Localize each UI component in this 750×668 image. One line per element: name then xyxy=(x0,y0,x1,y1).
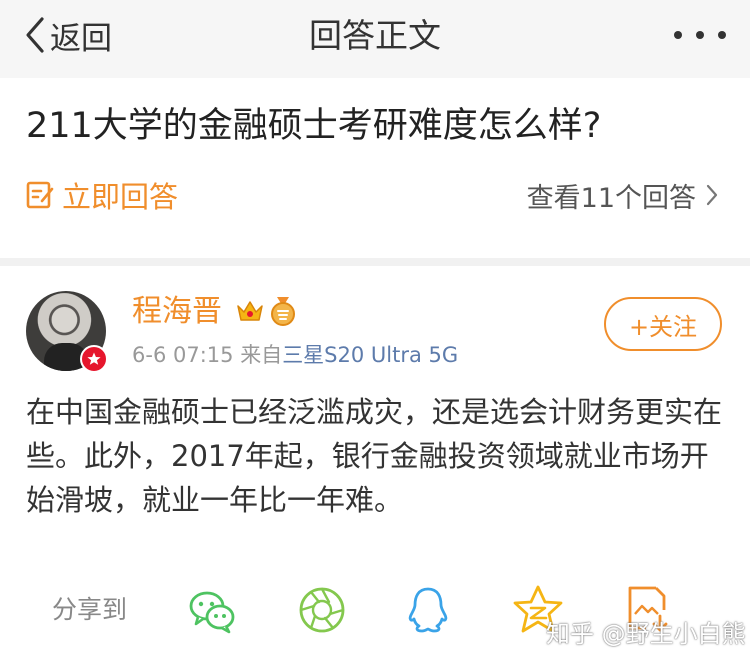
question-title[interactable]: 211大学的金融硕士考研难度怎么样? xyxy=(26,100,726,152)
source-prefix: 来自 xyxy=(240,343,283,367)
answer-medal-icon xyxy=(271,297,295,326)
write-answer-button[interactable]: 立即回答 xyxy=(26,173,178,217)
verified-badge-icon xyxy=(80,345,108,373)
wechat-icon[interactable] xyxy=(186,584,238,636)
more-options-button[interactable] xyxy=(674,24,726,46)
qq-icon[interactable] xyxy=(402,584,454,636)
follow-button[interactable]: +关注 xyxy=(604,297,722,351)
page-title: 回答正文 xyxy=(309,16,441,55)
share-label: 分享到 xyxy=(52,595,128,624)
section-divider xyxy=(0,258,750,266)
more-dot-icon xyxy=(718,31,726,39)
post-source-device[interactable]: 三星S20 Ultra 5G xyxy=(282,343,458,367)
follow-label: +关注 xyxy=(628,312,698,341)
moments-icon[interactable] xyxy=(296,584,348,636)
answer-body: 在中国金融硕士已经泛滥成灾，还是选会计财务更实在些。此外，2017年起，银行金融… xyxy=(26,395,723,517)
post-meta: 6-6 07:15 来自三星S20 Ultra 5G xyxy=(132,340,458,370)
view-all-answers-link[interactable]: 查看11个回答 xyxy=(527,173,720,217)
more-dot-icon xyxy=(674,31,682,39)
chevron-right-icon xyxy=(706,184,718,206)
write-answer-label: 立即回答 xyxy=(62,180,179,214)
zhihu-watermark: 知乎 @野生小白熊 xyxy=(546,620,746,648)
post-date: 6-6 07:15 xyxy=(132,343,234,367)
star-icon xyxy=(87,352,101,365)
more-dot-icon xyxy=(696,31,704,39)
top-nav-bar: 返回 回答正文 xyxy=(0,0,750,78)
view-answers-label: 查看11个回答 xyxy=(526,182,696,214)
edit-icon xyxy=(26,181,54,209)
author-name[interactable]: 程海晋 xyxy=(132,292,222,332)
crown-vip-icon xyxy=(237,301,263,321)
